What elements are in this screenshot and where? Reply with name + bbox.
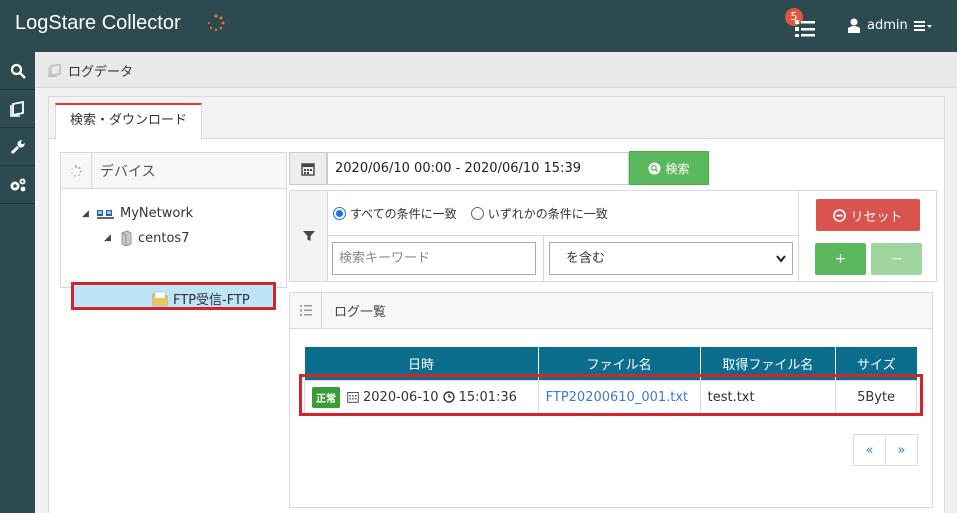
network-icon [97,209,114,219]
log-table: 日時 ファイル名 取得ファイル名 サイズ 正常 2020-06-10 15:01… [304,347,917,415]
folder-icon [152,291,168,306]
tree-node-label: MyNetwork [120,206,194,221]
expand-triangle-icon[interactable]: ◢ [82,209,92,219]
cell-size: 5Byte [835,379,917,415]
server-icon [121,230,132,246]
log-time: 15:01:36 [458,389,517,405]
column-header-datetime[interactable]: 日時 [304,347,539,380]
filter-icon [302,231,315,241]
calendar-icon [347,392,359,403]
log-date: 2020-06-10 [363,389,439,405]
log-list-panel: ログ一覧 日時 ファイル名 取得ファイル名 サイズ 正常 2020-06-10 … [289,292,933,508]
app-title: LogStare Collector [15,12,181,34]
sidebar-item-settings[interactable] [0,128,35,166]
menu-caret-icon [913,20,932,31]
tree-node-host[interactable]: ◢ centos7 [104,230,189,246]
device-panel-title: デバイス [100,163,156,180]
match-all-label: すべての条件に一致 [350,206,457,221]
date-range-input[interactable]: 2020/06/10 00:00 - 2020/06/10 15:39 [327,152,629,185]
log-list-title: ログ一覧 [334,305,387,320]
tree-node-label: FTP受信-FTP [173,293,250,308]
wrench-icon [10,139,25,154]
pagination-next-button[interactable]: » [885,434,918,466]
tab-search-download[interactable]: 検索・ダウンロード [55,103,203,140]
log-list-header: ログ一覧 [290,292,932,329]
main-panel: 検索・ダウンロード デバイス ◢ MyNetwork ◢ centos7 FTP… [48,96,945,513]
match-any-option[interactable]: いずれかの条件に一致 [470,205,608,222]
tree-node-label: centos7 [138,230,190,246]
chevron-down-icon [776,255,786,263]
top-bar: LogStare Collector 5 admin [0,0,957,52]
breadcrumb: ログデータ [48,61,133,80]
device-panel-header: デバイス [61,152,286,189]
expand-triangle-icon[interactable]: ◢ [104,233,114,243]
gears-icon [10,178,25,191]
search-button-label: 検索 [665,161,690,176]
column-header-filename[interactable]: ファイル名 [538,347,701,380]
breadcrumb-label: ログデータ [68,65,134,80]
add-condition-button[interactable]: + [815,243,866,275]
pagination: « » [853,434,918,466]
reset-button[interactable]: リセット [816,199,920,231]
column-header-size[interactable]: サイズ [835,347,917,380]
user-name: admin [867,18,908,33]
file-link[interactable]: FTP20200610_001.txt [546,390,689,405]
side-nav [0,52,35,513]
user-icon [848,18,860,33]
minus-circle-icon [833,208,847,222]
match-mode-group: すべての条件に一致 いずれかの条件に一致 [328,191,798,236]
operator-select[interactable]: を含む [549,242,793,275]
tab-bar: 検索・ダウンロード [49,97,944,140]
calendar-button[interactable] [289,152,327,185]
table-header-row: 日時 ファイル名 取得ファイル名 サイズ [304,347,917,380]
search-circle-icon [648,162,661,174]
operator-value: を含む [566,251,606,266]
list-icon [795,20,815,37]
breadcrumb-bar: ログデータ [35,52,957,88]
column-header-fetched-filename[interactable]: 取得ファイル名 [700,347,837,380]
search-icon [10,63,26,79]
filter-panel: すべての条件に一致 いずれかの条件に一致 検索キーワード を含む リセット + … [289,190,937,282]
calendar-icon [301,162,315,176]
remove-condition-button[interactable]: − [871,243,922,275]
match-any-label: いずれかの条件に一致 [487,206,608,221]
device-panel: デバイス ◢ MyNetwork ◢ centos7 FTP受信-FTP [60,152,287,310]
pagination-prev-button[interactable]: « [853,434,886,466]
user-menu[interactable]: admin [847,18,932,33]
tree-node-content: FTP受信-FTP [152,289,250,308]
radio-checked[interactable] [333,206,346,220]
cell-fetched-filename: test.txt [699,379,837,415]
tree-node-selected[interactable]: FTP受信-FTP [71,282,276,310]
match-all-option[interactable]: すべての条件に一致 [333,205,457,222]
sidebar-item-system[interactable] [0,166,35,204]
loading-spinner-icon [71,164,82,176]
keyword-input[interactable]: 検索キーワード [332,242,536,275]
loading-spinner-icon [208,14,225,32]
clock-icon [442,391,455,403]
sidebar-item-logs[interactable] [0,90,35,128]
tree-node-network[interactable]: ◢ MyNetwork [82,206,193,221]
search-button[interactable]: 検索 [629,151,709,185]
logs-icon [9,100,24,117]
logs-icon [48,64,61,77]
sidebar-item-search[interactable] [0,52,35,90]
cell-datetime: 正常 2020-06-10 15:01:36 [304,379,539,415]
reset-button-label: リセット [850,209,903,225]
task-list-button[interactable]: 5 [785,8,819,38]
table-row[interactable]: 正常 2020-06-10 15:01:36 FTP20200610_001.t… [304,379,917,415]
status-badge: 正常 [312,386,340,408]
radio-unchecked[interactable] [470,206,484,220]
cell-filename: FTP20200610_001.txt [537,379,701,415]
list-icon [299,305,312,316]
